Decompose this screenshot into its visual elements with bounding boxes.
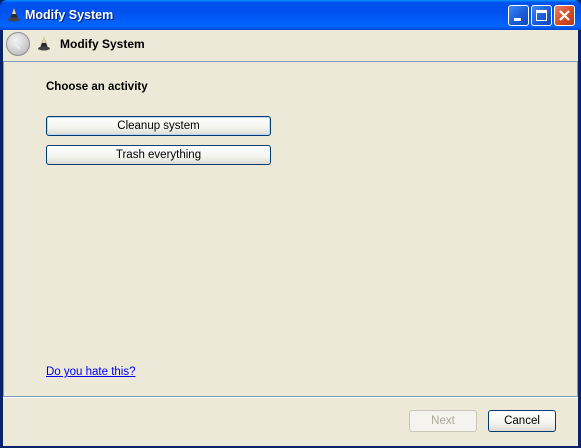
- wizard-hat-icon: [36, 36, 52, 52]
- close-button[interactable]: [554, 5, 575, 26]
- title-bar[interactable]: Modify System: [0, 0, 581, 30]
- next-button[interactable]: Next: [409, 410, 477, 432]
- wizard-header: Modify System: [3, 30, 578, 58]
- back-arrow-icon: [13, 38, 21, 50]
- wizard-footer: Next Cancel: [3, 397, 578, 446]
- application-window: Modify System Modify System Choose an ac…: [0, 0, 581, 448]
- client-area: Modify System Choose an activity Cleanup…: [3, 30, 578, 446]
- feedback-link[interactable]: Do you hate this?: [46, 366, 136, 378]
- wizard-hat-icon: [6, 7, 22, 23]
- minimize-icon: [514, 18, 521, 21]
- cancel-button[interactable]: Cancel: [488, 410, 556, 432]
- maximize-button[interactable]: [531, 5, 552, 26]
- content-panel: Choose an activity Cleanup system Trash …: [3, 61, 578, 397]
- close-icon: [559, 10, 570, 21]
- trash-everything-button[interactable]: Trash everything: [46, 145, 271, 165]
- page-heading: Choose an activity: [46, 81, 148, 93]
- maximize-icon: [536, 10, 547, 21]
- minimize-button[interactable]: [508, 5, 529, 26]
- window-title: Modify System: [25, 8, 114, 22]
- back-button[interactable]: [6, 32, 30, 56]
- header-title: Modify System: [60, 37, 145, 51]
- cleanup-system-button[interactable]: Cleanup system: [46, 116, 271, 136]
